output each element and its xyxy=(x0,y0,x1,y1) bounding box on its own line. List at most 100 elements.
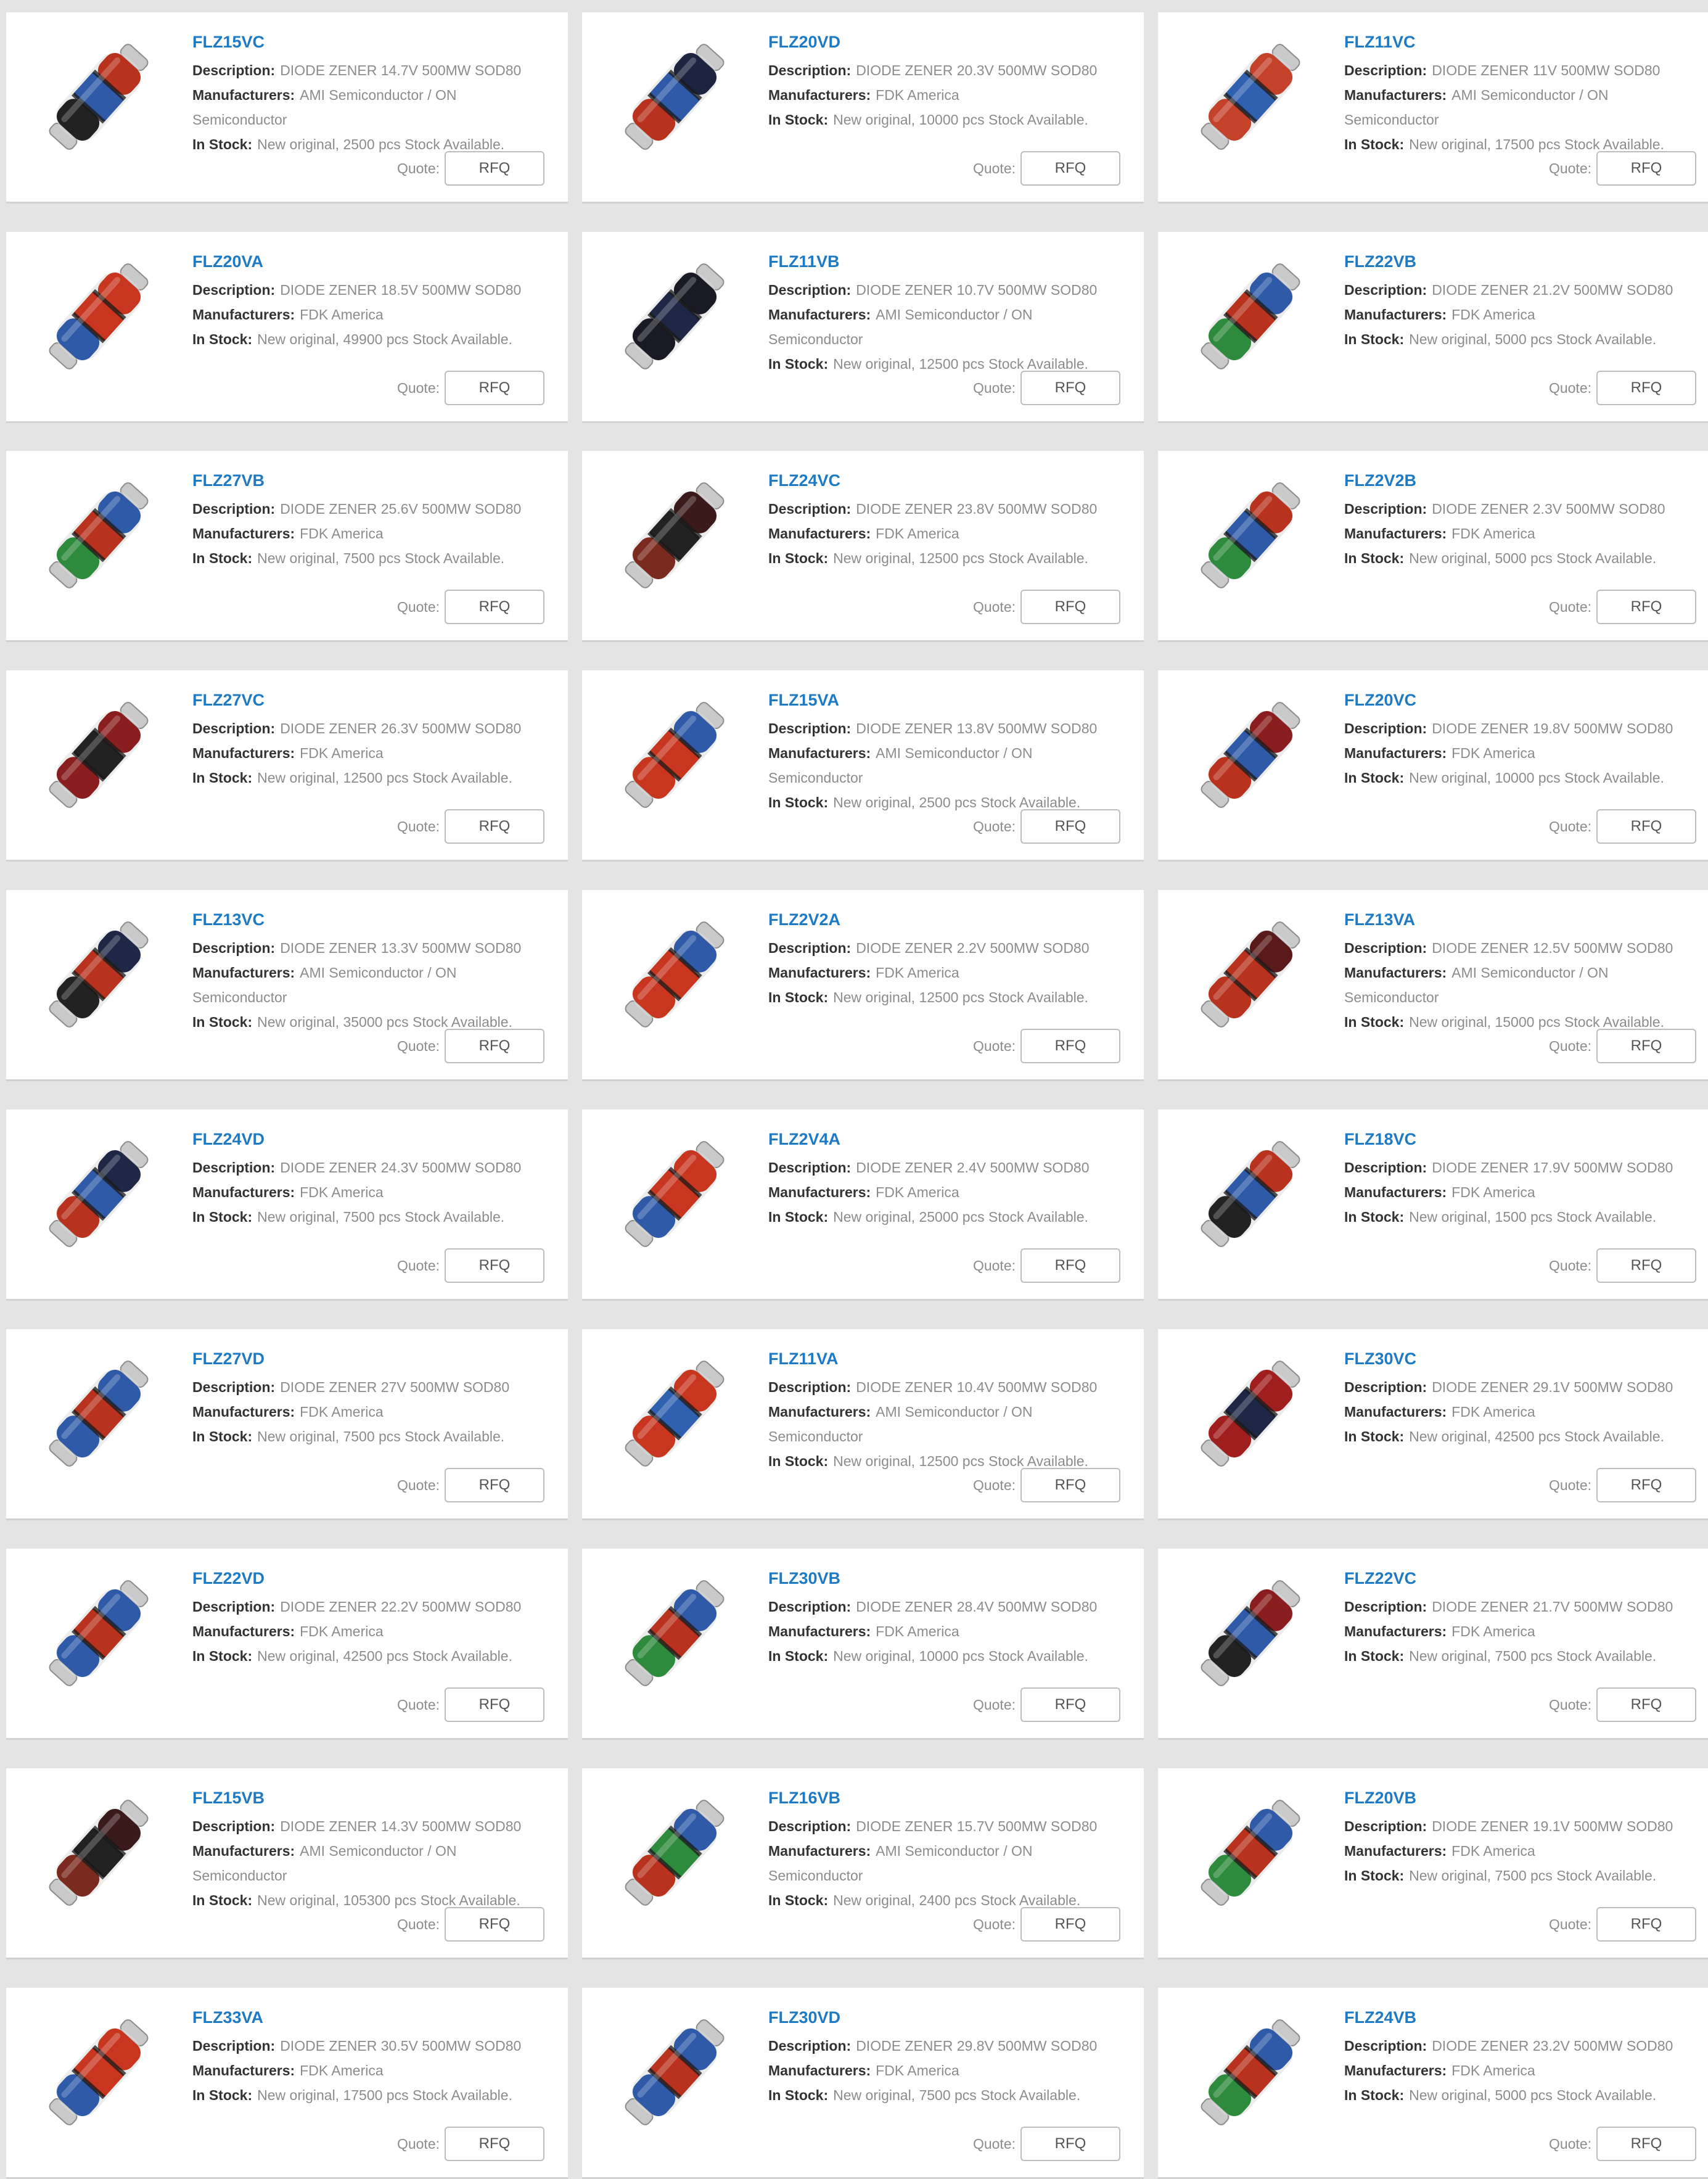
part-number-link[interactable]: FLZ2V2B xyxy=(1344,469,1704,492)
product-image[interactable] xyxy=(607,1788,742,1917)
part-number-link[interactable]: FLZ15VA xyxy=(768,689,1128,711)
manufacturer-line: Manufacturers: FDK America xyxy=(768,960,1128,985)
part-number-link[interactable]: FLZ27VD xyxy=(192,1348,552,1370)
part-number-link[interactable]: FLZ16VB xyxy=(768,1787,1128,1809)
product-image[interactable] xyxy=(607,690,742,820)
product-image[interactable] xyxy=(31,1349,166,1478)
product-info: FLZ20VC Description: DIODE ZENER 19.8V 50… xyxy=(1344,689,1704,790)
part-number-link[interactable]: FLZ30VD xyxy=(768,2006,1128,2029)
stock-value: New original, 42500 pcs Stock Available. xyxy=(1409,1428,1664,1444)
part-number-link[interactable]: FLZ18VC xyxy=(1344,1128,1704,1150)
rfq-button[interactable]: RFQ xyxy=(1596,371,1696,405)
product-image[interactable] xyxy=(31,690,166,820)
part-number-link[interactable]: FLZ2V4A xyxy=(768,1128,1128,1150)
product-image[interactable] xyxy=(607,910,742,1039)
part-number-link[interactable]: FLZ33VA xyxy=(192,2006,552,2029)
part-number-link[interactable]: FLZ15VB xyxy=(192,1787,552,1809)
product-image[interactable] xyxy=(607,1349,742,1478)
part-number-link[interactable]: FLZ22VC xyxy=(1344,1567,1704,1589)
rfq-button[interactable]: RFQ xyxy=(445,151,544,186)
part-number-link[interactable]: FLZ11VA xyxy=(768,1348,1128,1370)
rfq-button[interactable]: RFQ xyxy=(445,2127,544,2161)
rfq-button[interactable]: RFQ xyxy=(1020,809,1120,844)
rfq-button[interactable]: RFQ xyxy=(445,1248,544,1283)
part-number-link[interactable]: FLZ15VC xyxy=(192,31,552,53)
part-number-link[interactable]: FLZ30VB xyxy=(768,1567,1128,1589)
quote-row: Quote: RFQ xyxy=(397,590,544,624)
rfq-button[interactable]: RFQ xyxy=(1596,2127,1696,2161)
rfq-button[interactable]: RFQ xyxy=(445,809,544,844)
part-number-link[interactable]: FLZ22VB xyxy=(1344,250,1704,273)
product-image[interactable] xyxy=(607,32,742,162)
rfq-button[interactable]: RFQ xyxy=(1020,1687,1120,1722)
rfq-button[interactable]: RFQ xyxy=(1020,1248,1120,1283)
product-image[interactable] xyxy=(1183,252,1318,381)
product-image[interactable] xyxy=(1183,2008,1318,2137)
in-stock-label: In Stock: xyxy=(768,1892,829,1908)
product-image[interactable] xyxy=(31,1568,166,1698)
rfq-button[interactable]: RFQ xyxy=(445,1468,544,1502)
part-number-link[interactable]: FLZ20VD xyxy=(768,31,1128,53)
product-image[interactable] xyxy=(31,252,166,381)
part-number-link[interactable]: FLZ20VC xyxy=(1344,689,1704,711)
product-image[interactable] xyxy=(607,471,742,600)
rfq-button[interactable]: RFQ xyxy=(1020,1468,1120,1502)
product-image[interactable] xyxy=(31,2008,166,2137)
part-number-link[interactable]: FLZ27VB xyxy=(192,469,552,492)
rfq-button[interactable]: RFQ xyxy=(1020,1029,1120,1063)
part-number-link[interactable]: FLZ20VA xyxy=(192,250,552,273)
rfq-button[interactable]: RFQ xyxy=(1020,151,1120,186)
description-line: Description: DIODE ZENER 2.2V 500MW SOD80 xyxy=(768,936,1128,960)
part-number-link[interactable]: FLZ30VC xyxy=(1344,1348,1704,1370)
product-image[interactable] xyxy=(1183,910,1318,1039)
rfq-button[interactable]: RFQ xyxy=(1596,1687,1696,1722)
part-number-link[interactable]: FLZ22VD xyxy=(192,1567,552,1589)
rfq-button[interactable]: RFQ xyxy=(1596,590,1696,624)
rfq-button[interactable]: RFQ xyxy=(445,590,544,624)
product-image[interactable] xyxy=(1183,1349,1318,1478)
description-line: Description: DIODE ZENER 13.3V 500MW SOD8… xyxy=(192,936,552,960)
product-image[interactable] xyxy=(31,32,166,162)
rfq-button[interactable]: RFQ xyxy=(445,1029,544,1063)
product-image[interactable] xyxy=(1183,1129,1318,1259)
product-image[interactable] xyxy=(1183,471,1318,600)
part-number-link[interactable]: FLZ11VC xyxy=(1344,31,1704,53)
rfq-button[interactable]: RFQ xyxy=(1596,1248,1696,1283)
product-card: FLZ2V2A Description: DIODE ZENER 2.2V 500… xyxy=(582,890,1144,1081)
product-image[interactable] xyxy=(607,252,742,381)
rfq-button[interactable]: RFQ xyxy=(1596,1468,1696,1502)
part-number-link[interactable]: FLZ24VB xyxy=(1344,2006,1704,2029)
quote-row: Quote: RFQ xyxy=(1549,590,1696,624)
product-image[interactable] xyxy=(31,1788,166,1917)
product-image[interactable] xyxy=(1183,32,1318,162)
description-label: Description: xyxy=(1344,1818,1427,1834)
part-number-link[interactable]: FLZ24VD xyxy=(192,1128,552,1150)
rfq-button[interactable]: RFQ xyxy=(1020,371,1120,405)
product-image[interactable] xyxy=(1183,1568,1318,1698)
rfq-button[interactable]: RFQ xyxy=(445,371,544,405)
rfq-button[interactable]: RFQ xyxy=(1596,151,1696,186)
part-number-link[interactable]: FLZ24VC xyxy=(768,469,1128,492)
rfq-button[interactable]: RFQ xyxy=(445,1687,544,1722)
rfq-button[interactable]: RFQ xyxy=(445,1907,544,1942)
part-number-link[interactable]: FLZ2V2A xyxy=(768,908,1128,931)
rfq-button[interactable]: RFQ xyxy=(1596,1029,1696,1063)
product-image[interactable] xyxy=(607,2008,742,2137)
product-image[interactable] xyxy=(31,471,166,600)
product-image[interactable] xyxy=(31,910,166,1039)
rfq-button[interactable]: RFQ xyxy=(1020,1907,1120,1942)
part-number-link[interactable]: FLZ20VB xyxy=(1344,1787,1704,1809)
part-number-link[interactable]: FLZ27VC xyxy=(192,689,552,711)
product-image[interactable] xyxy=(1183,1788,1318,1917)
product-image[interactable] xyxy=(607,1568,742,1698)
product-image[interactable] xyxy=(1183,690,1318,820)
rfq-button[interactable]: RFQ xyxy=(1596,1907,1696,1942)
part-number-link[interactable]: FLZ13VC xyxy=(192,908,552,931)
part-number-link[interactable]: FLZ11VB xyxy=(768,250,1128,273)
product-image[interactable] xyxy=(607,1129,742,1259)
rfq-button[interactable]: RFQ xyxy=(1596,809,1696,844)
part-number-link[interactable]: FLZ13VA xyxy=(1344,908,1704,931)
product-image[interactable] xyxy=(31,1129,166,1259)
rfq-button[interactable]: RFQ xyxy=(1020,590,1120,624)
rfq-button[interactable]: RFQ xyxy=(1020,2127,1120,2161)
